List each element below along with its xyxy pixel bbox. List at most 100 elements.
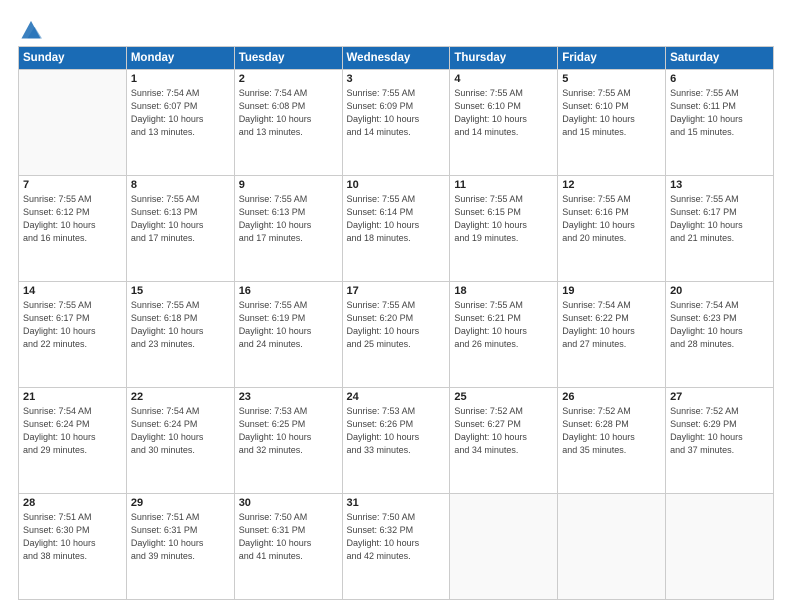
day-number: 22 — [131, 391, 230, 403]
day-number: 8 — [131, 179, 230, 191]
day-info: Sunrise: 7:54 AM Sunset: 6:23 PM Dayligh… — [670, 299, 769, 351]
calendar-cell: 28 Sunrise: 7:51 AM Sunset: 6:30 PM Dayli… — [19, 494, 127, 600]
day-info: Sunrise: 7:55 AM Sunset: 6:18 PM Dayligh… — [131, 299, 230, 351]
calendar-cell: 6Sunrise: 7:55 AM Sunset: 6:11 PM Daylig… — [666, 70, 774, 176]
day-number: 6 — [670, 73, 769, 85]
calendar-cell: 17 Sunrise: 7:55 AM Sunset: 6:20 PM Dayli… — [342, 282, 450, 388]
calendar-cell: 19Sunrise: 7:54 AM Sunset: 6:22 PM Dayli… — [558, 282, 666, 388]
day-info: Sunrise: 7:54 AM Sunset: 6:24 PM Dayligh… — [23, 405, 122, 457]
day-number: 25 — [454, 391, 553, 403]
day-number: 26 — [562, 391, 661, 403]
calendar-cell: 20 Sunrise: 7:54 AM Sunset: 6:23 PM Dayli… — [666, 282, 774, 388]
calendar-cell: 15 Sunrise: 7:55 AM Sunset: 6:18 PM Dayli… — [126, 282, 234, 388]
calendar-table: SundayMondayTuesdayWednesdayThursdayFrid… — [18, 46, 774, 600]
calendar-cell: 30 Sunrise: 7:50 AM Sunset: 6:31 PM Dayli… — [234, 494, 342, 600]
header — [18, 18, 774, 36]
calendar-cell: 9 Sunrise: 7:55 AM Sunset: 6:13 PM Daylig… — [234, 176, 342, 282]
calendar-cell: 14 Sunrise: 7:55 AM Sunset: 6:17 PM Dayli… — [19, 282, 127, 388]
calendar-weekday: Tuesday — [234, 47, 342, 70]
day-number: 2 — [239, 73, 338, 85]
day-info: Sunrise: 7:55 AM Sunset: 6:13 PM Dayligh… — [239, 193, 338, 245]
day-info: Sunrise: 7:50 AM Sunset: 6:31 PM Dayligh… — [239, 511, 338, 563]
calendar-cell: 13 Sunrise: 7:55 AM Sunset: 6:17 PM Dayli… — [666, 176, 774, 282]
calendar-cell — [19, 70, 127, 176]
calendar-cell — [450, 494, 558, 600]
day-info: Sunrise: 7:55 AM Sunset: 6:13 PM Dayligh… — [131, 193, 230, 245]
calendar-cell: 24 Sunrise: 7:53 AM Sunset: 6:26 PM Dayli… — [342, 388, 450, 494]
calendar-weekday: Monday — [126, 47, 234, 70]
calendar-cell: 21 Sunrise: 7:54 AM Sunset: 6:24 PM Dayli… — [19, 388, 127, 494]
day-info: Sunrise: 7:55 AM Sunset: 6:16 PM Dayligh… — [562, 193, 661, 245]
day-number: 18 — [454, 285, 553, 297]
day-info: Sunrise: 7:55 AM Sunset: 6:19 PM Dayligh… — [239, 299, 338, 351]
calendar-cell: 26 Sunrise: 7:52 AM Sunset: 6:28 PM Dayli… — [558, 388, 666, 494]
day-info: Sunrise: 7:53 AM Sunset: 6:25 PM Dayligh… — [239, 405, 338, 457]
day-number: 12 — [562, 179, 661, 191]
calendar-cell: 5Sunrise: 7:55 AM Sunset: 6:10 PM Daylig… — [558, 70, 666, 176]
day-number: 28 — [23, 497, 122, 509]
calendar-header-row: SundayMondayTuesdayWednesdayThursdayFrid… — [19, 47, 774, 70]
day-info: Sunrise: 7:52 AM Sunset: 6:28 PM Dayligh… — [562, 405, 661, 457]
calendar-cell: 10Sunrise: 7:55 AM Sunset: 6:14 PM Dayli… — [342, 176, 450, 282]
calendar-cell: 22Sunrise: 7:54 AM Sunset: 6:24 PM Dayli… — [126, 388, 234, 494]
day-number: 29 — [131, 497, 230, 509]
day-number: 16 — [239, 285, 338, 297]
day-number: 24 — [347, 391, 446, 403]
day-info: Sunrise: 7:51 AM Sunset: 6:31 PM Dayligh… — [131, 511, 230, 563]
page: SundayMondayTuesdayWednesdayThursdayFrid… — [0, 0, 792, 612]
calendar-cell: 29 Sunrise: 7:51 AM Sunset: 6:31 PM Dayli… — [126, 494, 234, 600]
calendar-week-row: 1 Sunrise: 7:54 AM Sunset: 6:07 PM Daylig… — [19, 70, 774, 176]
calendar-week-row: 21 Sunrise: 7:54 AM Sunset: 6:24 PM Dayli… — [19, 388, 774, 494]
calendar-cell: 1 Sunrise: 7:54 AM Sunset: 6:07 PM Daylig… — [126, 70, 234, 176]
day-info: Sunrise: 7:55 AM Sunset: 6:10 PM Dayligh… — [454, 87, 553, 139]
day-info: Sunrise: 7:54 AM Sunset: 6:22 PM Dayligh… — [562, 299, 661, 351]
day-number: 14 — [23, 285, 122, 297]
logo-icon — [20, 18, 42, 40]
day-number: 27 — [670, 391, 769, 403]
calendar-cell: 2 Sunrise: 7:54 AM Sunset: 6:08 PM Daylig… — [234, 70, 342, 176]
calendar-cell: 23 Sunrise: 7:53 AM Sunset: 6:25 PM Dayli… — [234, 388, 342, 494]
day-number: 9 — [239, 179, 338, 191]
day-info: Sunrise: 7:54 AM Sunset: 6:08 PM Dayligh… — [239, 87, 338, 139]
calendar-cell — [558, 494, 666, 600]
calendar-cell: 25 Sunrise: 7:52 AM Sunset: 6:27 PM Dayli… — [450, 388, 558, 494]
calendar-cell: 31Sunrise: 7:50 AM Sunset: 6:32 PM Dayli… — [342, 494, 450, 600]
day-info: Sunrise: 7:52 AM Sunset: 6:27 PM Dayligh… — [454, 405, 553, 457]
day-info: Sunrise: 7:55 AM Sunset: 6:15 PM Dayligh… — [454, 193, 553, 245]
calendar-cell: 16 Sunrise: 7:55 AM Sunset: 6:19 PM Dayli… — [234, 282, 342, 388]
day-number: 13 — [670, 179, 769, 191]
day-number: 11 — [454, 179, 553, 191]
day-number: 1 — [131, 73, 230, 85]
day-number: 21 — [23, 391, 122, 403]
day-number: 23 — [239, 391, 338, 403]
calendar-cell: 12 Sunrise: 7:55 AM Sunset: 6:16 PM Dayli… — [558, 176, 666, 282]
day-info: Sunrise: 7:54 AM Sunset: 6:07 PM Dayligh… — [131, 87, 230, 139]
calendar-week-row: 14 Sunrise: 7:55 AM Sunset: 6:17 PM Dayli… — [19, 282, 774, 388]
calendar-cell: 7Sunrise: 7:55 AM Sunset: 6:12 PM Daylig… — [19, 176, 127, 282]
day-number: 10 — [347, 179, 446, 191]
day-number: 30 — [239, 497, 338, 509]
day-number: 3 — [347, 73, 446, 85]
calendar-week-row: 28 Sunrise: 7:51 AM Sunset: 6:30 PM Dayli… — [19, 494, 774, 600]
day-number: 17 — [347, 285, 446, 297]
calendar-cell: 11 Sunrise: 7:55 AM Sunset: 6:15 PM Dayli… — [450, 176, 558, 282]
logo — [18, 18, 42, 36]
day-number: 20 — [670, 285, 769, 297]
calendar-cell — [666, 494, 774, 600]
day-number: 15 — [131, 285, 230, 297]
day-info: Sunrise: 7:50 AM Sunset: 6:32 PM Dayligh… — [347, 511, 446, 563]
calendar-weekday: Wednesday — [342, 47, 450, 70]
day-info: Sunrise: 7:55 AM Sunset: 6:20 PM Dayligh… — [347, 299, 446, 351]
day-number: 7 — [23, 179, 122, 191]
day-info: Sunrise: 7:53 AM Sunset: 6:26 PM Dayligh… — [347, 405, 446, 457]
day-info: Sunrise: 7:55 AM Sunset: 6:21 PM Dayligh… — [454, 299, 553, 351]
day-number: 4 — [454, 73, 553, 85]
calendar-week-row: 7Sunrise: 7:55 AM Sunset: 6:12 PM Daylig… — [19, 176, 774, 282]
calendar-cell: 18 Sunrise: 7:55 AM Sunset: 6:21 PM Dayli… — [450, 282, 558, 388]
day-info: Sunrise: 7:55 AM Sunset: 6:17 PM Dayligh… — [670, 193, 769, 245]
calendar-weekday: Friday — [558, 47, 666, 70]
calendar-weekday: Sunday — [19, 47, 127, 70]
day-info: Sunrise: 7:55 AM Sunset: 6:17 PM Dayligh… — [23, 299, 122, 351]
day-info: Sunrise: 7:55 AM Sunset: 6:09 PM Dayligh… — [347, 87, 446, 139]
day-info: Sunrise: 7:51 AM Sunset: 6:30 PM Dayligh… — [23, 511, 122, 563]
